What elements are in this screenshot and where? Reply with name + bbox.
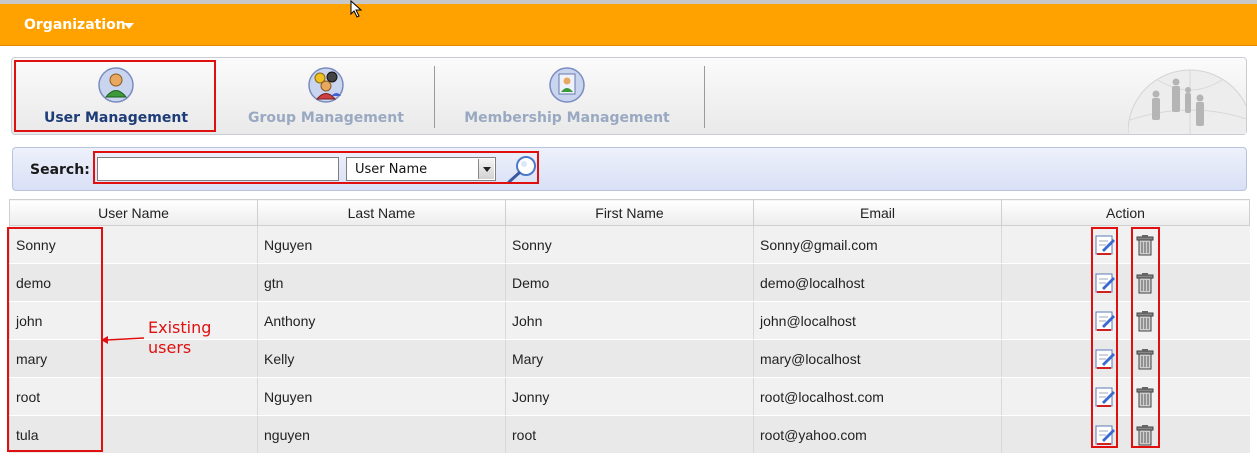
cell-email: Sonny@gmail.com (753, 225, 1002, 264)
cell-actions (1001, 339, 1250, 378)
group-icon (308, 67, 344, 103)
existing-users-annotation: Existing users (148, 318, 212, 357)
cell-actions (1001, 415, 1250, 454)
organization-menu[interactable]: Organization (24, 17, 126, 33)
cell-last-name: Nguyen (257, 377, 506, 416)
table-header-row: User Name Last Name First Name Email Act… (9, 199, 1250, 226)
cell-email: root@localhost.com (753, 377, 1002, 416)
tab-membership-management-label: Membership Management (464, 110, 670, 126)
cell-email: mary@localhost (753, 339, 1002, 378)
tab-group-management-label: Group Management (248, 110, 404, 126)
search-label: Search: (30, 162, 90, 178)
table-row[interactable]: Sonny Nguyen Sonny Sonny@gmail.com (9, 225, 1250, 264)
column-header-action: Action (1001, 199, 1250, 226)
chevron-down-icon[interactable] (124, 23, 134, 29)
tab-divider (434, 66, 435, 128)
membership-icon (549, 67, 585, 103)
cell-actions (1001, 263, 1250, 302)
cell-first-name: John (505, 301, 754, 340)
cell-email: demo@localhost (753, 263, 1002, 302)
tab-group-management[interactable]: Group Management (226, 60, 426, 132)
cell-email: root@yahoo.com (753, 415, 1002, 454)
cell-actions (1001, 377, 1250, 416)
column-header-first-name[interactable]: First Name (505, 199, 754, 226)
cell-last-name: gtn (257, 263, 506, 302)
table-row[interactable]: tula nguyen root root@yahoo.com (9, 415, 1250, 454)
tab-membership-management[interactable]: Membership Management (442, 60, 692, 132)
search-highlight (93, 151, 539, 184)
globe-people-logo (1128, 69, 1246, 134)
cell-first-name: Mary (505, 339, 754, 378)
column-header-user-name[interactable]: User Name (9, 199, 258, 226)
cell-first-name: root (505, 415, 754, 454)
table-row[interactable]: demo gtn Demo demo@localhost (9, 263, 1250, 302)
cell-last-name: Kelly (257, 339, 506, 378)
tab-divider (704, 66, 705, 128)
mouse-cursor-icon (350, 0, 363, 18)
organization-bar: Organization (0, 4, 1257, 46)
cell-first-name: Jonny (505, 377, 754, 416)
cell-first-name: Demo (505, 263, 754, 302)
edit-column-highlight (1091, 227, 1118, 448)
annotation-arrow-icon (101, 336, 145, 344)
user-management-highlight (14, 60, 216, 132)
cell-actions (1001, 301, 1250, 340)
cell-actions (1001, 225, 1250, 264)
column-header-email[interactable]: Email (753, 199, 1002, 226)
cell-first-name: Sonny (505, 225, 754, 264)
cell-email: john@localhost (753, 301, 1002, 340)
existing-users-highlight (7, 227, 103, 452)
cell-last-name: Nguyen (257, 225, 506, 264)
column-header-last-name[interactable]: Last Name (257, 199, 506, 226)
table-row[interactable]: root Nguyen Jonny root@localhost.com (9, 377, 1250, 416)
cell-last-name: Anthony (257, 301, 506, 340)
cell-last-name: nguyen (257, 415, 506, 454)
delete-column-highlight (1131, 227, 1160, 448)
